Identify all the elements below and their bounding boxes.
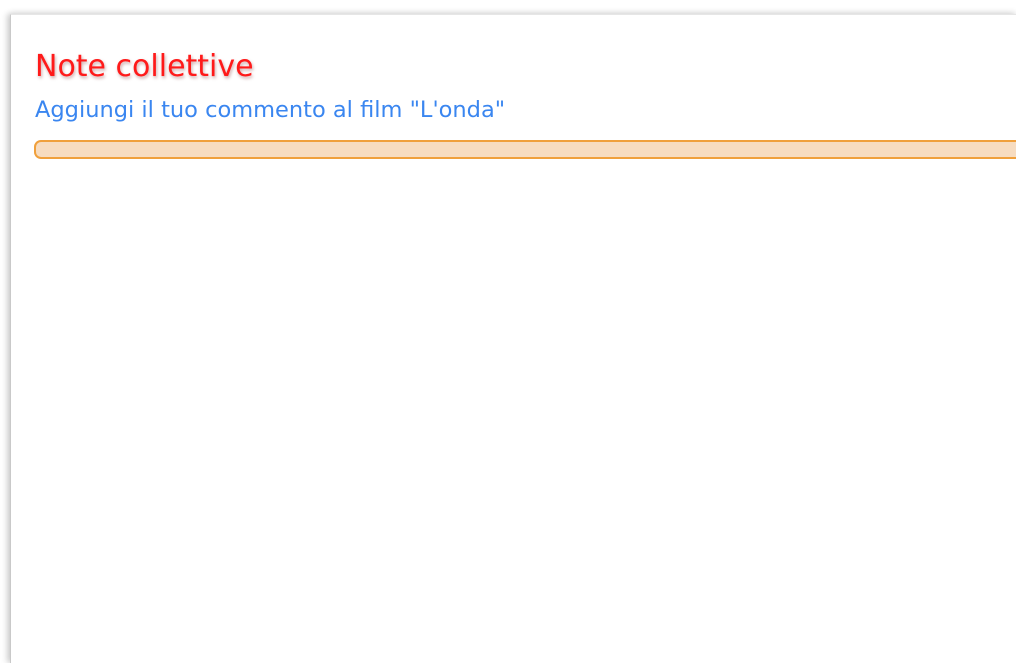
rating-progress-bar bbox=[34, 140, 1016, 159]
add-comment-link[interactable]: Aggiungi il tuo commento al film "L'onda… bbox=[35, 95, 505, 125]
comments-panel: Note collettive Aggiungi il tuo commento… bbox=[10, 14, 1016, 663]
section-title: Note collettive bbox=[35, 49, 254, 84]
